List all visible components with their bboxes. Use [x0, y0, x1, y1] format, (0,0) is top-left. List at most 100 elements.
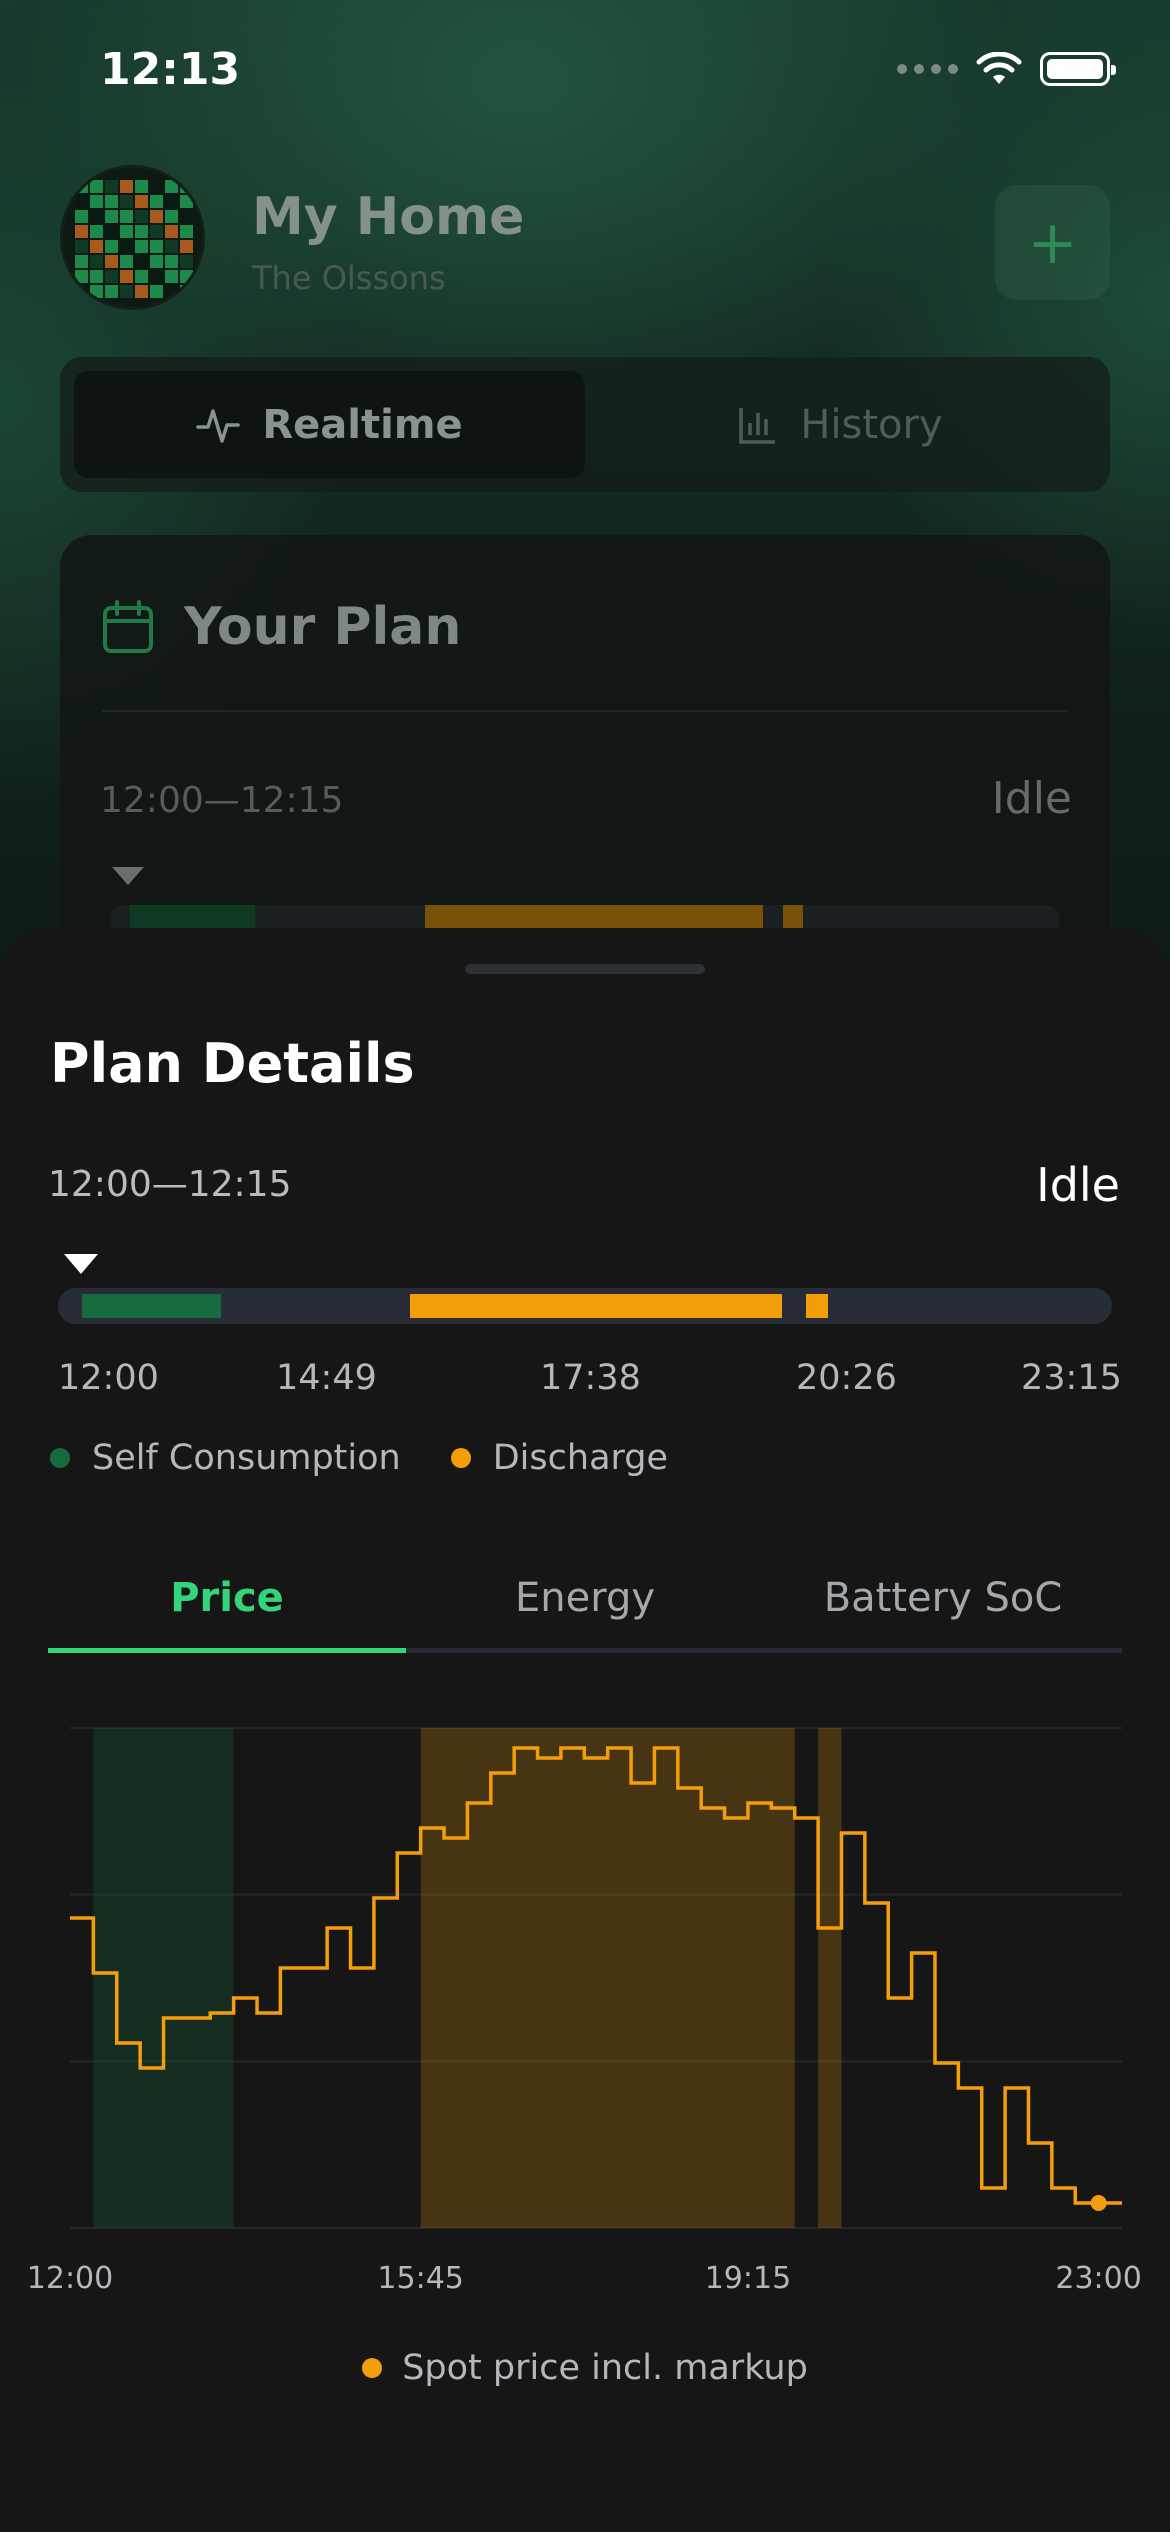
avatar-pixel	[90, 270, 103, 283]
avatar-pixel	[180, 240, 193, 253]
schedule-segment-discharge	[806, 1294, 828, 1318]
schedule-tick-label: 17:38	[540, 1358, 641, 1398]
avatar-pixel	[120, 255, 133, 268]
avatar-pixel	[90, 225, 103, 238]
avatar-pixel	[150, 285, 163, 298]
avatar-pixel	[135, 240, 148, 253]
avatar-pixel	[165, 255, 178, 268]
signal-icon	[897, 64, 958, 74]
status-time: 12:13	[100, 44, 241, 95]
avatar-pixel	[90, 180, 103, 193]
divider	[102, 710, 1068, 712]
schedule-legend: Self Consumption Discharge	[50, 1438, 718, 1478]
legend-item-self-consumption: Self Consumption	[50, 1438, 401, 1478]
avatar-pixel	[165, 225, 178, 238]
avatar-pixel	[105, 195, 118, 208]
current-price-marker	[1090, 2195, 1107, 2211]
avatar-pixel	[75, 255, 88, 268]
schedule-segment-self-consumption	[82, 1294, 221, 1318]
legend-item-discharge: Discharge	[450, 1438, 669, 1478]
avatar-pixel	[75, 270, 88, 283]
avatar-pixel	[165, 285, 178, 298]
legend-label: Discharge	[492, 1438, 669, 1478]
avatar-pixel	[180, 210, 193, 223]
history-label: History	[800, 401, 943, 448]
battery-icon	[1040, 52, 1116, 86]
current-status: Idle	[1036, 1158, 1120, 1212]
avatar-pixel	[120, 180, 133, 193]
add-button[interactable]: +	[995, 185, 1110, 300]
plan-card-status: Idle	[991, 773, 1072, 824]
home-avatar[interactable]	[60, 165, 205, 310]
avatar-pixel	[120, 195, 133, 208]
avatar-pixel	[180, 180, 193, 193]
tab-battery-soc[interactable]: Battery SoC	[764, 1568, 1122, 1648]
avatar-pixel	[165, 195, 178, 208]
avatar-pixel	[150, 195, 163, 208]
history-tab[interactable]: History	[585, 371, 1096, 478]
chart-legend: Spot price incl. markup	[0, 2348, 1170, 2388]
avatar-pixel	[165, 210, 178, 223]
avatar-pattern	[75, 180, 193, 298]
current-time-marker	[112, 867, 144, 885]
avatar-pixel	[165, 270, 178, 283]
avatar-pixel	[105, 225, 118, 238]
tab-price[interactable]: Price	[48, 1568, 406, 1648]
chart-x-tick-label: 23:00	[1055, 2261, 1141, 2296]
schedule-segment-discharge	[410, 1294, 782, 1318]
schedule-tick-label: 14:49	[276, 1358, 377, 1398]
avatar-pixel	[75, 195, 88, 208]
schedule-tick-label: 20:26	[796, 1358, 897, 1398]
avatar-pixel	[135, 225, 148, 238]
bar-chart-icon	[739, 407, 776, 444]
sheet-title: Plan Details	[50, 1032, 415, 1095]
legend-label: Self Consumption	[92, 1438, 401, 1478]
home-screen-background: 12:13 My Home The Olssons + Realtime His…	[0, 0, 1170, 1000]
plan-card-time: 12:00—12:15	[100, 780, 344, 821]
calendar-icon	[103, 600, 153, 653]
avatar-pixel	[180, 255, 193, 268]
schedule-tick-label: 12:00	[58, 1358, 159, 1398]
avatar-pixel	[75, 285, 88, 298]
status-bar: 12:13	[0, 0, 1170, 150]
home-header: My Home The Olssons +	[60, 165, 1110, 310]
avatar-pixel	[165, 240, 178, 253]
activity-icon	[196, 408, 241, 443]
plan-details-sheet: Plan Details 12:00—12:15 Idle 12:00 14:4…	[0, 928, 1170, 2532]
status-icons	[897, 52, 1116, 86]
avatar-pixel	[90, 285, 103, 298]
avatar-pixel	[135, 270, 148, 283]
avatar-pixel	[105, 285, 118, 298]
avatar-pixel	[180, 270, 193, 283]
avatar-pixel	[120, 270, 133, 283]
chart-legend-label: Spot price incl. markup	[402, 2348, 808, 2388]
tabs-active-indicator	[48, 1648, 406, 1653]
avatar-pixel	[105, 180, 118, 193]
legend-dot	[50, 1448, 70, 1468]
view-toggle: Realtime History	[60, 357, 1110, 492]
avatar-pixel	[90, 255, 103, 268]
avatar-pixel	[75, 225, 88, 238]
avatar-pixel	[150, 255, 163, 268]
avatar-pixel	[150, 180, 163, 193]
avatar-pixel	[180, 225, 193, 238]
avatar-pixel	[120, 240, 133, 253]
avatar-pixel	[135, 285, 148, 298]
home-title: My Home	[252, 187, 525, 247]
price-chart[interactable]: 12:00 15:45 19:15 23:00	[0, 1708, 1170, 2348]
avatar-pixel	[150, 225, 163, 238]
tab-energy[interactable]: Energy	[406, 1568, 764, 1648]
avatar-pixel	[75, 210, 88, 223]
legend-dot	[362, 2358, 383, 2378]
realtime-tab[interactable]: Realtime	[74, 371, 585, 478]
avatar-pixel	[180, 285, 193, 298]
legend-dot	[450, 1448, 471, 1468]
avatar-pixel	[75, 180, 88, 193]
chart-highlight-region	[818, 1728, 842, 2228]
avatar-pixel	[135, 255, 148, 268]
sheet-drag-handle[interactable]	[465, 964, 705, 974]
avatar-pixel	[105, 270, 118, 283]
avatar-pixel	[105, 240, 118, 253]
avatar-pixel	[75, 240, 88, 253]
chart-x-tick-label: 12:00	[27, 2261, 113, 2296]
